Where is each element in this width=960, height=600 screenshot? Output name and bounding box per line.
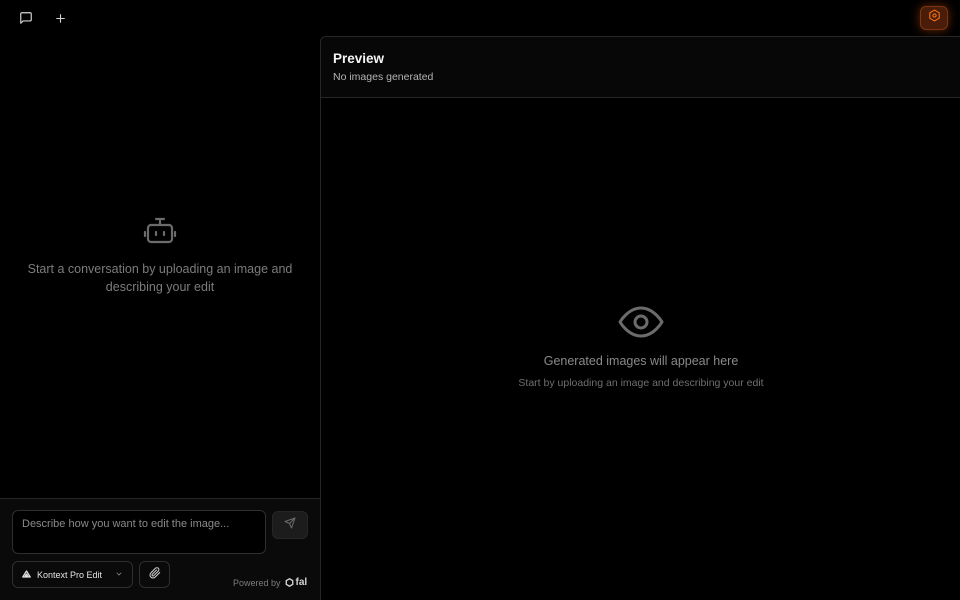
fal-logo[interactable]: fal: [285, 577, 308, 588]
settings-button[interactable]: [920, 6, 948, 30]
model-select-label: Kontext Pro Edit: [37, 569, 103, 580]
eye-icon: [321, 305, 960, 339]
preview-title: Preview: [333, 51, 385, 66]
prompt-input[interactable]: [12, 510, 266, 554]
fal-brand-text: fal: [295, 577, 308, 588]
powered-by-text: Powered by: [233, 577, 281, 588]
top-toolbar: [0, 0, 68, 36]
preview-empty-state: Generated images will appear here Start …: [321, 305, 960, 390]
preview-subtitle: No images generated: [333, 71, 434, 83]
send-icon: [284, 516, 296, 534]
plus-icon[interactable]: [52, 10, 68, 26]
settings-hexagon-icon: [928, 9, 941, 27]
bot-icon: [0, 216, 320, 246]
chevron-down-icon: [115, 570, 123, 580]
preview-panel: Preview No images generated Generated im…: [320, 36, 960, 600]
chat-panel: Start a conversation by uploading an ima…: [0, 36, 320, 600]
paperclip-icon: [149, 566, 161, 584]
chat-empty-state: Start a conversation by uploading an ima…: [0, 216, 320, 296]
model-select[interactable]: Kontext Pro Edit: [12, 561, 133, 588]
attach-button[interactable]: [139, 561, 170, 588]
chat-empty-text: Start a conversation by uploading an ima…: [27, 262, 293, 294]
preview-header: Preview No images generated: [321, 37, 960, 98]
powered-by: Powered by fal: [233, 577, 307, 588]
composer: Kontext Pro Edit Powered by fal: [0, 498, 320, 600]
message-square-icon[interactable]: [18, 10, 34, 26]
triangle-logo-icon: [22, 569, 31, 580]
preview-empty-title: Generated images will appear here: [543, 354, 739, 368]
preview-empty-hint: Start by uploading an image and describi…: [518, 377, 764, 389]
send-button[interactable]: [272, 511, 308, 539]
